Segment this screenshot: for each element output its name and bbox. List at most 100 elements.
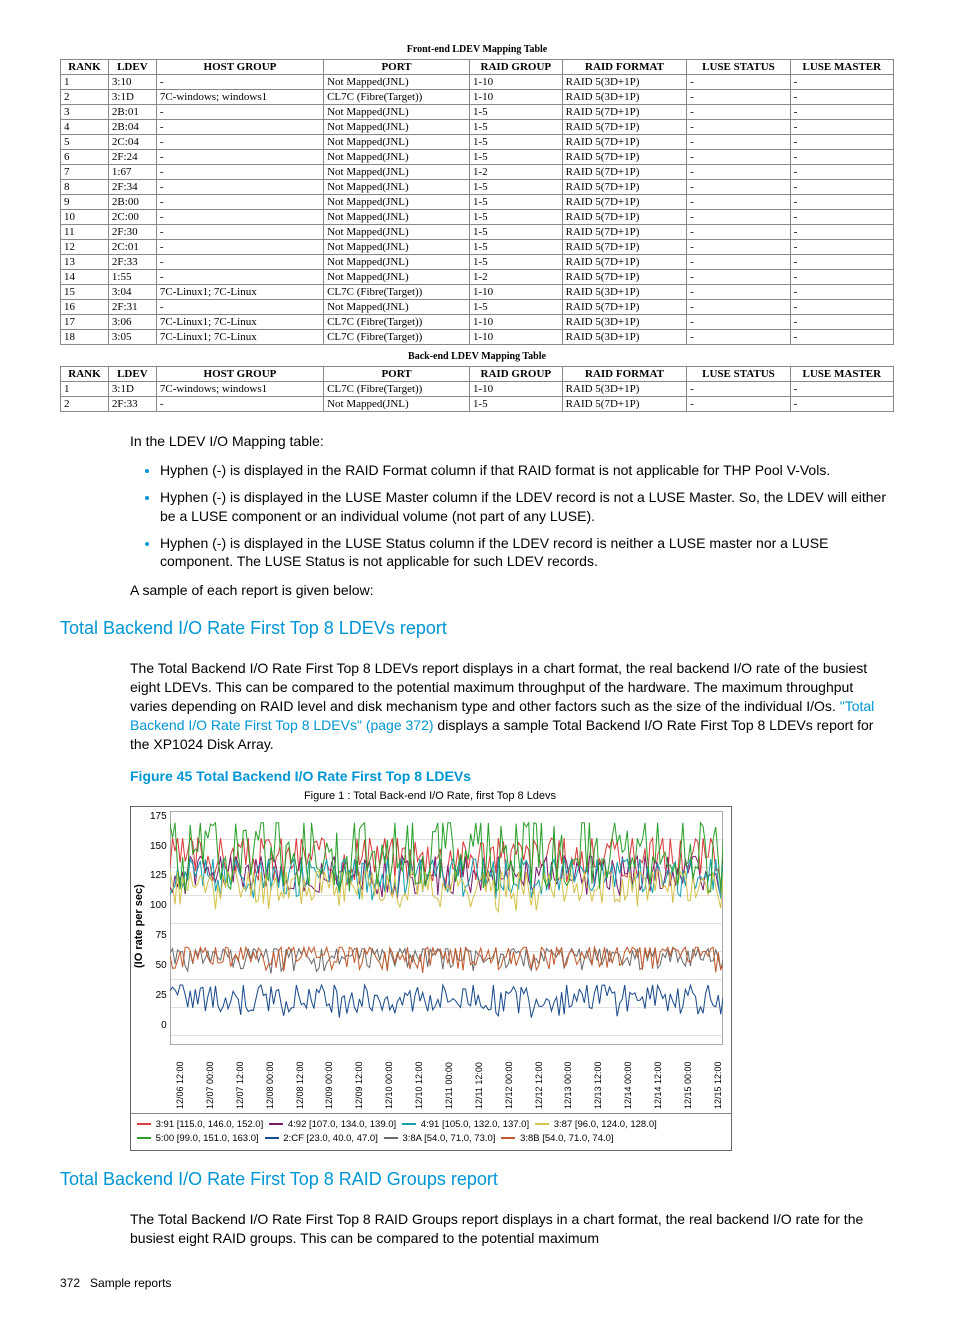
table-cell: 1-10 [470,90,563,105]
legend-item: 4:91 [105.0, 132.0, 137.0] [402,1119,529,1130]
figure-caption: Figure 45 Total Backend I/O Rate First T… [130,768,894,784]
table-row: 71:67-Not Mapped(JNL)1-2RAID 5(7D+1P)-- [61,165,894,180]
table-cell: RAID 5(3D+1P) [562,382,687,397]
table-cell: Not Mapped(JNL) [324,165,470,180]
table-header: RAID FORMAT [562,60,687,75]
table-cell: Not Mapped(JNL) [324,210,470,225]
x-ticks: 12/06 12:0012/07 00:0012/07 12:0012/08 0… [131,1045,731,1113]
legend-swatch [137,1137,151,1139]
table-cell: - [687,180,790,195]
x-tick: 12/08 00:00 [265,1049,275,1109]
legend-swatch [137,1123,151,1125]
chart-legend: 3:91 [115.0, 146.0, 152.0] 4:92 [107.0, … [131,1113,731,1151]
bullet-item: Hyphen (-) is displayed in the LUSE Stat… [160,534,894,572]
table-cell: 3:06 [108,315,156,330]
table-cell: - [687,285,790,300]
table-cell: 1-5 [470,210,563,225]
table-cell: RAID 5(7D+1P) [562,270,687,285]
table-cell: 1-10 [470,382,563,397]
table-cell: - [790,150,893,165]
table-cell: 9 [61,195,109,210]
table-cell: 1-5 [470,180,563,195]
table-cell: - [790,240,893,255]
table-row: 162F:31-Not Mapped(JNL)1-5RAID 5(7D+1P)-… [61,300,894,315]
table-cell: 10 [61,210,109,225]
legend-swatch [402,1123,416,1125]
table-cell: - [790,255,893,270]
table-header: LUSE MASTER [790,367,893,382]
table-cell: - [687,150,790,165]
table-cell: Not Mapped(JNL) [324,300,470,315]
table-cell: RAID 5(7D+1P) [562,105,687,120]
table-cell: 2B:00 [108,195,156,210]
table-cell: 11 [61,225,109,240]
x-tick: 12/08 12:00 [295,1049,305,1109]
table-cell: 2F:33 [108,397,156,412]
table-cell: 2F:33 [108,255,156,270]
table-cell: RAID 5(7D+1P) [562,300,687,315]
legend-item: 2:CF [23.0, 40.0, 47.0] [265,1133,378,1144]
table-cell: CL7C (Fibre(Target)) [324,90,470,105]
table-cell: - [790,315,893,330]
table-cell: RAID 5(7D+1P) [562,120,687,135]
table-cell: RAID 5(7D+1P) [562,397,687,412]
table-cell: - [687,315,790,330]
table-cell: 1:67 [108,165,156,180]
table-row: 13:10-Not Mapped(JNL)1-10RAID 5(3D+1P)-- [61,75,894,90]
table-cell: 2C:04 [108,135,156,150]
x-tick: 12/12 00:00 [504,1049,514,1109]
x-tick: 12/13 12:00 [593,1049,603,1109]
table-cell: - [790,165,893,180]
table-cell: - [156,105,323,120]
table-cell: Not Mapped(JNL) [324,135,470,150]
legend-swatch [384,1137,398,1139]
table-cell: 1-5 [470,135,563,150]
table-cell: 7C-Linux1; 7C-Linux [156,330,323,345]
x-tick: 12/09 00:00 [324,1049,334,1109]
x-tick: 12/15 12:00 [713,1049,723,1109]
table-cell: - [156,165,323,180]
table-row: 42B:04-Not Mapped(JNL)1-5RAID 5(7D+1P)-- [61,120,894,135]
section1-p1a: The Total Backend I/O Rate First Top 8 L… [130,660,867,714]
legend-swatch [265,1137,279,1139]
table-cell: 2F:30 [108,225,156,240]
table-cell: 6 [61,150,109,165]
table-cell: - [687,165,790,180]
table-cell: 3:1D [108,90,156,105]
legend-swatch [501,1137,515,1139]
table-row: 153:047C-Linux1; 7C-LinuxCL7C (Fibre(Tar… [61,285,894,300]
table-cell: Not Mapped(JNL) [324,195,470,210]
legend-item: 3:8A [54.0, 71.0, 73.0] [384,1133,496,1144]
front-end-table: RANKLDEVHOST GROUPPORTRAID GROUPRAID FOR… [60,59,894,345]
table-cell: - [790,180,893,195]
table-cell: 2C:01 [108,240,156,255]
table-cell: - [790,90,893,105]
bullet-item: Hyphen (-) is displayed in the LUSE Mast… [160,488,894,526]
table-header: RANK [61,60,109,75]
table-cell: 4 [61,120,109,135]
table-cell: RAID 5(3D+1P) [562,330,687,345]
x-tick: 12/07 12:00 [235,1049,245,1109]
table-row: 92B:00-Not Mapped(JNL)1-5RAID 5(7D+1P)-- [61,195,894,210]
table-cell: - [687,397,790,412]
table-cell: Not Mapped(JNL) [324,270,470,285]
bullet-item: Hyphen (-) is displayed in the RAID Form… [160,461,894,480]
table-header: PORT [324,367,470,382]
table-cell: RAID 5(7D+1P) [562,150,687,165]
table-cell: - [790,120,893,135]
legend-item: 4:92 [107.0, 134.0, 139.0] [269,1119,396,1130]
table-cell: 1:55 [108,270,156,285]
table-cell: RAID 5(3D+1P) [562,285,687,300]
table-cell: Not Mapped(JNL) [324,75,470,90]
table-cell: 2B:01 [108,105,156,120]
table-cell: 1-5 [470,397,563,412]
chart-container: Figure 1 : Total Back-end I/O Rate, firs… [130,790,730,1152]
chart-series-line [170,985,723,1018]
table-cell: Not Mapped(JNL) [324,180,470,195]
table-cell: 1-10 [470,330,563,345]
table-cell: - [687,255,790,270]
table-cell: 1-2 [470,270,563,285]
table-cell: 2F:31 [108,300,156,315]
table-cell: - [687,270,790,285]
table-cell: RAID 5(7D+1P) [562,210,687,225]
